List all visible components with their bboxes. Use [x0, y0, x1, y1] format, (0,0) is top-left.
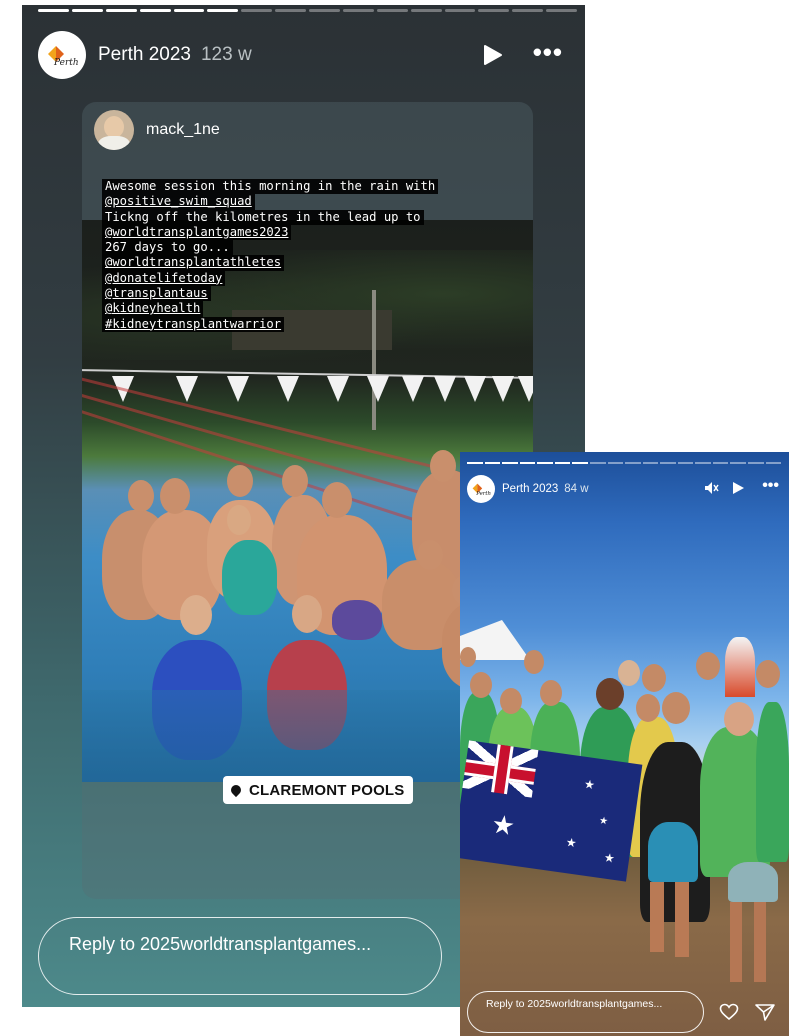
caption-mention[interactable]: @worldtransplantgames2023 — [102, 224, 292, 241]
account-avatar[interactable]: Perth — [38, 31, 86, 79]
story-header: Perth Perth 2023 123 w ••• — [38, 31, 569, 79]
caption-mention[interactable]: @positive_swim_squad — [102, 194, 255, 210]
location-name: CLAREMONT POOLS — [249, 781, 405, 799]
caption-mention[interactable]: @transplantaus — [102, 286, 211, 302]
caption-line: Awesome session this morning in the rain… — [102, 179, 439, 195]
reply-input[interactable]: Reply to 2025worldtransplantgames... — [38, 917, 442, 995]
caption-mention[interactable]: @worldtransplantathletes — [102, 255, 285, 271]
story-viewer-secondary: Perth Perth 2023 84 w ••• ★ ★ ★ ★ ★ Repl… — [460, 452, 789, 1036]
caption-mention[interactable]: @donatelifetoday — [102, 270, 226, 287]
svg-text:Perth: Perth — [53, 58, 79, 68]
play-icon[interactable] — [481, 44, 503, 66]
post-age: 123 w — [200, 44, 252, 65]
australian-flag: ★ ★ ★ ★ ★ — [460, 740, 643, 882]
crowd-photo: ★ ★ ★ ★ ★ — [460, 452, 789, 1036]
caption-mention[interactable]: @kidneyhealth — [102, 301, 204, 317]
perth-logo-icon: Perth — [48, 46, 79, 68]
more-options-icon[interactable]: ••• — [533, 39, 563, 65]
location-sticker[interactable]: CLAREMONT POOLS — [223, 776, 413, 804]
send-icon[interactable] — [755, 1003, 775, 1021]
caption-line: 267 days to go... — [102, 240, 233, 256]
reply-input[interactable]: Reply to 2025worldtransplantgames... — [467, 991, 704, 1033]
heart-icon[interactable] — [719, 1003, 739, 1021]
location-pin-icon — [228, 782, 244, 798]
shared-post-avatar[interactable] — [94, 110, 134, 150]
account-name[interactable]: Perth 2023 — [98, 44, 191, 66]
shared-post-username[interactable]: mack_1ne — [146, 121, 220, 139]
story-progress-bar — [38, 9, 577, 12]
caption-line: Tickng off the kilometres in the lead up… — [102, 209, 424, 225]
shared-post-header: mack_1ne — [94, 110, 220, 150]
caption-hashtag[interactable]: #kidneytransplantwarrior — [102, 316, 285, 332]
post-caption: Awesome session this morning in the rain… — [102, 179, 462, 332]
